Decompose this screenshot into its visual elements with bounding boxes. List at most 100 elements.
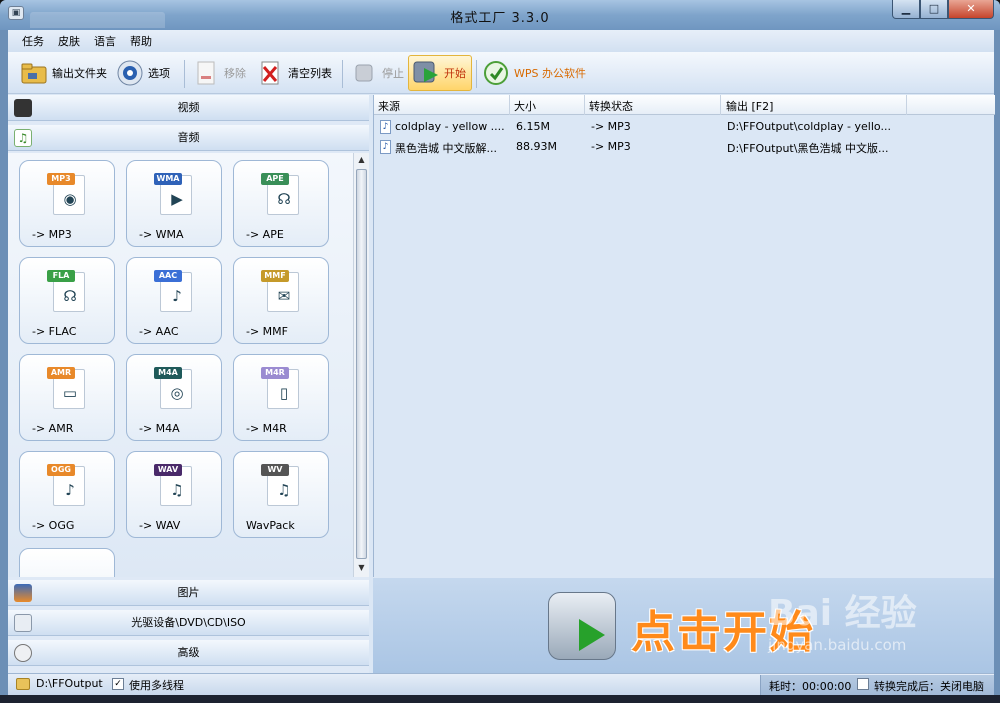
category-audio[interactable]: ♫ 音频 [8,125,369,151]
task-list-header: 来源 大小 转换状态 输出 [F2] [374,95,995,115]
gear-icon [116,59,144,87]
column-output[interactable]: 输出 [F2] [726,98,773,114]
task-list[interactable]: 来源 大小 转换状态 输出 [F2] ♪ coldplay - yellow .… [373,95,995,577]
client-area: 任务 皮肤 语言 帮助 输出文件夹 选项 移除 清空列表 停止 开始 WPS 办… [8,30,995,695]
category-video-label: 视频 [177,101,200,114]
category-picture-label: 图片 [177,586,200,599]
start-label: 开始 [444,67,466,80]
format-button-wv[interactable]: WV ♫ WavPack [233,451,329,538]
close-button[interactable]: ✕ [948,0,994,19]
category-rom[interactable]: 光驱设备\DVD\CD\ISO [8,610,369,636]
maximize-button[interactable]: □ [920,0,948,19]
format-tag: AAC [154,270,182,282]
window-controls: ▁ □ ✕ [892,0,994,19]
format-label: -> AAC [139,325,179,338]
format-tag: APE [261,173,289,185]
clear-list-button[interactable]: 清空列表 [256,56,332,90]
stop-icon [350,59,378,87]
format-label: -> FLAC [32,325,77,338]
wps-logo-icon [482,59,510,87]
format-tag: WMA [154,173,182,185]
laptop-icon: ▭ [62,384,78,402]
film-icon [14,99,32,117]
options-button[interactable]: 选项 [116,56,170,90]
start-button[interactable]: 开始 [412,56,466,90]
scroll-thumb[interactable] [356,169,367,559]
format-button-mmf[interactable]: MMF ✉ -> MMF [233,257,329,344]
format-button-ape[interactable]: APE ☊ -> APE [233,160,329,247]
format-button-fla[interactable]: FLA ☊ -> FLAC [19,257,115,344]
task-status: -> MP3 [591,120,631,133]
menu-language[interactable]: 语言 [94,33,116,49]
category-picture[interactable]: 图片 [8,580,369,606]
column-divider [509,95,510,115]
toolbar-separator [342,60,343,88]
app-window: ▣ 格式工厂 3.3.0 ▁ □ ✕ 任务 皮肤 语言 帮助 输出文件夹 选项 … [0,0,1000,703]
clear-list-icon [256,59,284,87]
folder-icon[interactable] [16,678,30,690]
menu-help[interactable]: 帮助 [130,33,152,49]
status-bar: D:\FFOutput ✓ 使用多线程 耗时：00:00:00 转换完成后：关闭… [8,673,994,695]
window-title: 格式工厂 3.3.0 [450,11,550,26]
task-row[interactable]: ♪ 黑色浩城 中文版解... 88.93M -> MP3 D:\FFOutput… [374,137,995,157]
remove-button[interactable]: 移除 [192,56,246,90]
format-label: WavPack [246,519,295,532]
menu-skin[interactable]: 皮肤 [58,33,80,49]
output-folder-label: 输出文件夹 [52,67,107,80]
format-scrollbar[interactable]: ▲ ▼ [353,153,369,577]
options-label: 选项 [148,67,170,80]
format-label: -> MP3 [32,228,72,241]
minimize-button[interactable]: ▁ [892,0,920,19]
after-convert-label: 转换完成后：关闭电脑 [874,680,984,693]
wps-office-label: WPS 办公软件 [514,67,586,80]
taskbar-edge [0,695,1000,703]
category-video[interactable]: 视频 [8,95,369,121]
output-folder-button[interactable]: 输出文件夹 [20,56,107,90]
format-button-wma[interactable]: WMA ▶ -> WMA [126,160,222,247]
output-folder-path[interactable]: D:\FFOutput [36,677,103,690]
category-advanced[interactable]: 高级 [8,640,369,666]
music-note-green-icon: ♫ [277,481,291,499]
status-right-panel: 耗时：00:00:00 转换完成后：关闭电脑 [760,675,994,695]
clear-list-label: 清空列表 [288,67,332,80]
column-size[interactable]: 大小 [514,98,536,114]
format-button-aac[interactable]: AAC ♪ -> AAC [126,257,222,344]
scroll-down-icon[interactable]: ▼ [356,563,367,575]
task-output: D:\FFOutput\黑色浩城 中文版... [727,142,889,155]
format-button-m4a[interactable]: M4A ◎ -> M4A [126,354,222,441]
task-size: 88.93M [516,140,557,153]
column-divider [906,95,907,115]
format-tag: M4A [154,367,182,379]
format-tag: MMF [261,270,289,282]
after-convert-checkbox[interactable] [857,678,869,690]
category-audio-label: 音频 [177,131,200,144]
music-note-icon: ♪ [172,287,182,305]
format-tag: MP3 [47,173,75,185]
envelope-icon: ✉ [277,287,291,305]
multithread-checkbox[interactable]: ✓ [112,678,124,690]
title-bar[interactable]: ▣ 格式工厂 3.3.0 ▁ □ ✕ [0,0,1000,30]
scroll-up-icon[interactable]: ▲ [356,155,367,167]
category-advanced-label: 高级 [177,646,200,659]
audio-file-icon: ♪ [380,120,391,134]
column-source[interactable]: 来源 [378,98,400,114]
column-divider [584,95,585,115]
task-row[interactable]: ♪ coldplay - yellow .... 6.15M -> MP3 D:… [374,117,995,137]
task-output: D:\FFOutput\coldplay - yello... [727,120,891,133]
speaker-icon: ◉ [63,190,77,208]
format-button-mp3[interactable]: MP3 ◉ -> MP3 [19,160,115,247]
format-button-m4r[interactable]: M4R ▯ -> M4R [233,354,329,441]
format-label: -> M4A [139,422,180,435]
format-label: -> OGG [32,519,75,532]
format-button-ogg[interactable]: OGG ♪ -> OGG [19,451,115,538]
format-button-amr[interactable]: AMR ▭ -> AMR [19,354,115,441]
format-button-wav[interactable]: WAV ♫ -> WAV [126,451,222,538]
start-banner[interactable]: 点击开始 Bai 经验 jingyan.baidu.com [373,578,994,673]
audio-file-icon: ♪ [380,140,391,154]
menu-task[interactable]: 任务 [22,33,44,49]
format-button-partial[interactable] [19,548,115,577]
wps-office-button[interactable]: WPS 办公软件 [482,56,586,90]
phone-icon: ▯ [279,384,289,402]
column-status[interactable]: 转换状态 [589,98,633,114]
stop-button[interactable]: 停止 [350,56,404,90]
